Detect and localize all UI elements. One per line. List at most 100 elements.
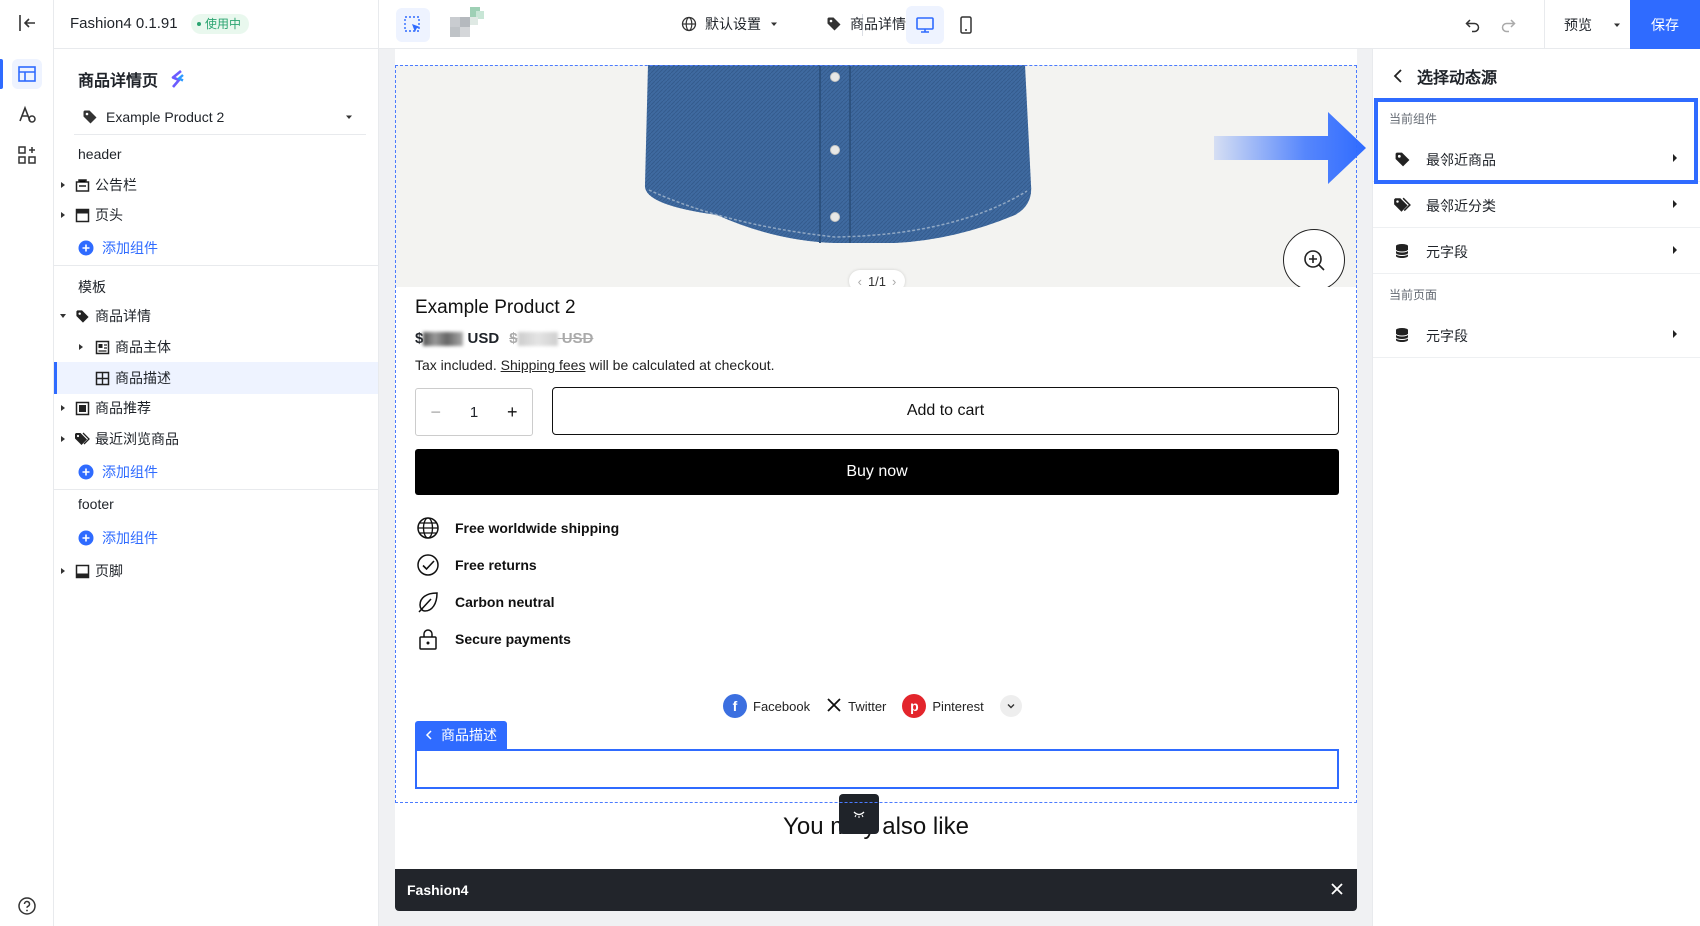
help-icon[interactable]: [12, 891, 42, 921]
panel-header: 选择动态源: [1393, 64, 1497, 88]
add-component-template[interactable]: 添加组件: [78, 462, 158, 482]
product-selector[interactable]: Example Product 2: [74, 99, 366, 135]
add-component-label: 添加组件: [102, 530, 158, 546]
exit-icon[interactable]: [12, 8, 42, 38]
annotation-arrow-icon: [1214, 112, 1366, 184]
tree-item-label: 公告栏: [95, 177, 137, 193]
add-component-header[interactable]: 添加组件: [78, 238, 158, 258]
store-thumbnail[interactable]: [450, 7, 486, 37]
section-footer-label: footer: [78, 496, 114, 512]
panel-header-title: 选择动态源: [1417, 70, 1498, 87]
tree-item-product-main[interactable]: 商品主体: [54, 331, 378, 363]
source-item-label: 元字段: [1426, 328, 1468, 344]
pinterest-icon: p: [902, 694, 927, 718]
add-circle-icon: [78, 530, 94, 546]
more-share-button[interactable]: [999, 695, 1022, 717]
tree-item-label: 商品推荐: [95, 400, 151, 416]
expand-arrow-icon[interactable]: [58, 210, 68, 220]
bottom-bar-label: Fashion4: [407, 882, 469, 898]
source-item-nearest-category[interactable]: 最邻近分类: [1373, 182, 1700, 228]
undo-button[interactable]: [1461, 13, 1485, 37]
source-item-page-metafield[interactable]: 元字段: [1373, 312, 1700, 358]
expand-arrow-icon[interactable]: [58, 434, 68, 444]
typography-icon[interactable]: [12, 100, 42, 130]
share-label: Twitter: [848, 698, 887, 714]
add-component-footer[interactable]: 添加组件: [78, 528, 158, 548]
quantity-stepper[interactable]: − 1 +: [415, 388, 533, 436]
add-component-label: 添加组件: [102, 240, 158, 256]
source-item-label: 元字段: [1426, 244, 1468, 260]
apps-icon[interactable]: [12, 140, 42, 170]
compare-price: $ USD: [509, 330, 593, 347]
redo-button[interactable]: [1496, 13, 1520, 37]
caret-down-icon: [771, 22, 777, 26]
expand-arrow-icon[interactable]: [58, 180, 68, 190]
tag-icon: [827, 17, 841, 31]
chevron-left-icon[interactable]: ‹: [858, 274, 862, 288]
mobile-view-button[interactable]: [947, 6, 985, 44]
add-to-cart-button[interactable]: Add to cart: [552, 387, 1339, 435]
section-header-label: header: [78, 146, 122, 162]
tree-item-recent[interactable]: 最近浏览商品: [54, 423, 378, 455]
preview-dropdown[interactable]: 预览: [1564, 15, 1622, 35]
image-pager[interactable]: ‹ 1/1 ›: [849, 270, 905, 287]
expand-arrow-icon[interactable]: [58, 566, 68, 576]
price-symbol: $: [415, 330, 424, 347]
component-tag[interactable]: 商品描述: [415, 721, 507, 749]
dynamic-source-icon[interactable]: [168, 69, 188, 89]
x-twitter-icon: [826, 697, 842, 716]
globe-icon: [415, 515, 441, 541]
tree-item-page-header[interactable]: 页头: [54, 199, 378, 231]
zoom-in-icon: [1304, 250, 1325, 271]
default-settings-dropdown[interactable]: 默认设置: [681, 14, 779, 34]
buy-now-button[interactable]: Buy now: [415, 449, 1339, 495]
share-pinterest[interactable]: p Pinterest: [902, 694, 984, 718]
store-bottom-bar: Fashion4: [395, 869, 1357, 911]
share-label: Pinterest: [932, 698, 984, 714]
product-description-block[interactable]: [415, 749, 1339, 789]
caret-down-icon: [346, 115, 352, 119]
tree-item-product-desc[interactable]: 商品描述: [54, 362, 378, 394]
topbar-divider: [378, 0, 379, 49]
expand-arrow-icon[interactable]: [58, 403, 68, 413]
share-facebook[interactable]: f Facebook: [723, 694, 810, 718]
announcement-icon: [74, 177, 90, 193]
desktop-view-button[interactable]: [906, 6, 944, 44]
chevron-left-icon: [425, 730, 432, 740]
back-arrow-icon[interactable]: [1393, 69, 1403, 83]
leaf-icon: [415, 589, 441, 615]
plus-icon[interactable]: +: [507, 402, 518, 423]
shipping-link[interactable]: Shipping fees: [501, 357, 586, 373]
tree-item-label: 最近浏览商品: [95, 431, 179, 447]
layout-icon[interactable]: [12, 59, 42, 89]
tags-icon: [74, 431, 90, 447]
share-label: Facebook: [753, 698, 811, 714]
component-tag-label: 商品描述: [441, 727, 497, 743]
minus-icon[interactable]: −: [430, 402, 441, 423]
status-dot: [197, 22, 201, 26]
select-tool-button[interactable]: [396, 8, 430, 42]
preview-separator: [1544, 0, 1545, 49]
expand-arrow-icon[interactable]: [76, 342, 86, 352]
cursor-select-icon: [404, 16, 420, 32]
source-item-metafield[interactable]: 元字段: [1373, 228, 1700, 274]
collapse-arrow-icon[interactable]: [58, 311, 68, 321]
product-main-icon: [94, 339, 110, 355]
chevron-right-icon[interactable]: ›: [892, 274, 896, 288]
tree-item-product-detail[interactable]: 商品详情: [54, 300, 378, 332]
status-badge: 使用中: [191, 14, 250, 34]
tree-item-page-footer[interactable]: 页脚: [54, 555, 378, 587]
status-label: 使用中: [205, 17, 242, 31]
quantity-value[interactable]: 1: [470, 404, 478, 421]
caret-right-icon: [1673, 246, 1677, 254]
zoom-button[interactable]: [1283, 229, 1345, 287]
price-row: $ USD $ USD: [415, 330, 593, 347]
collapse-button[interactable]: [839, 794, 879, 834]
save-button[interactable]: 保存: [1630, 0, 1700, 49]
tree-item-announcement[interactable]: 公告栏: [54, 169, 378, 201]
facebook-icon: f: [723, 694, 747, 718]
tree-item-recommend[interactable]: 商品推荐: [54, 392, 378, 424]
close-icon[interactable]: [1329, 881, 1345, 897]
feature-label: Free worldwide shipping: [455, 520, 620, 536]
share-twitter[interactable]: Twitter: [826, 697, 886, 716]
